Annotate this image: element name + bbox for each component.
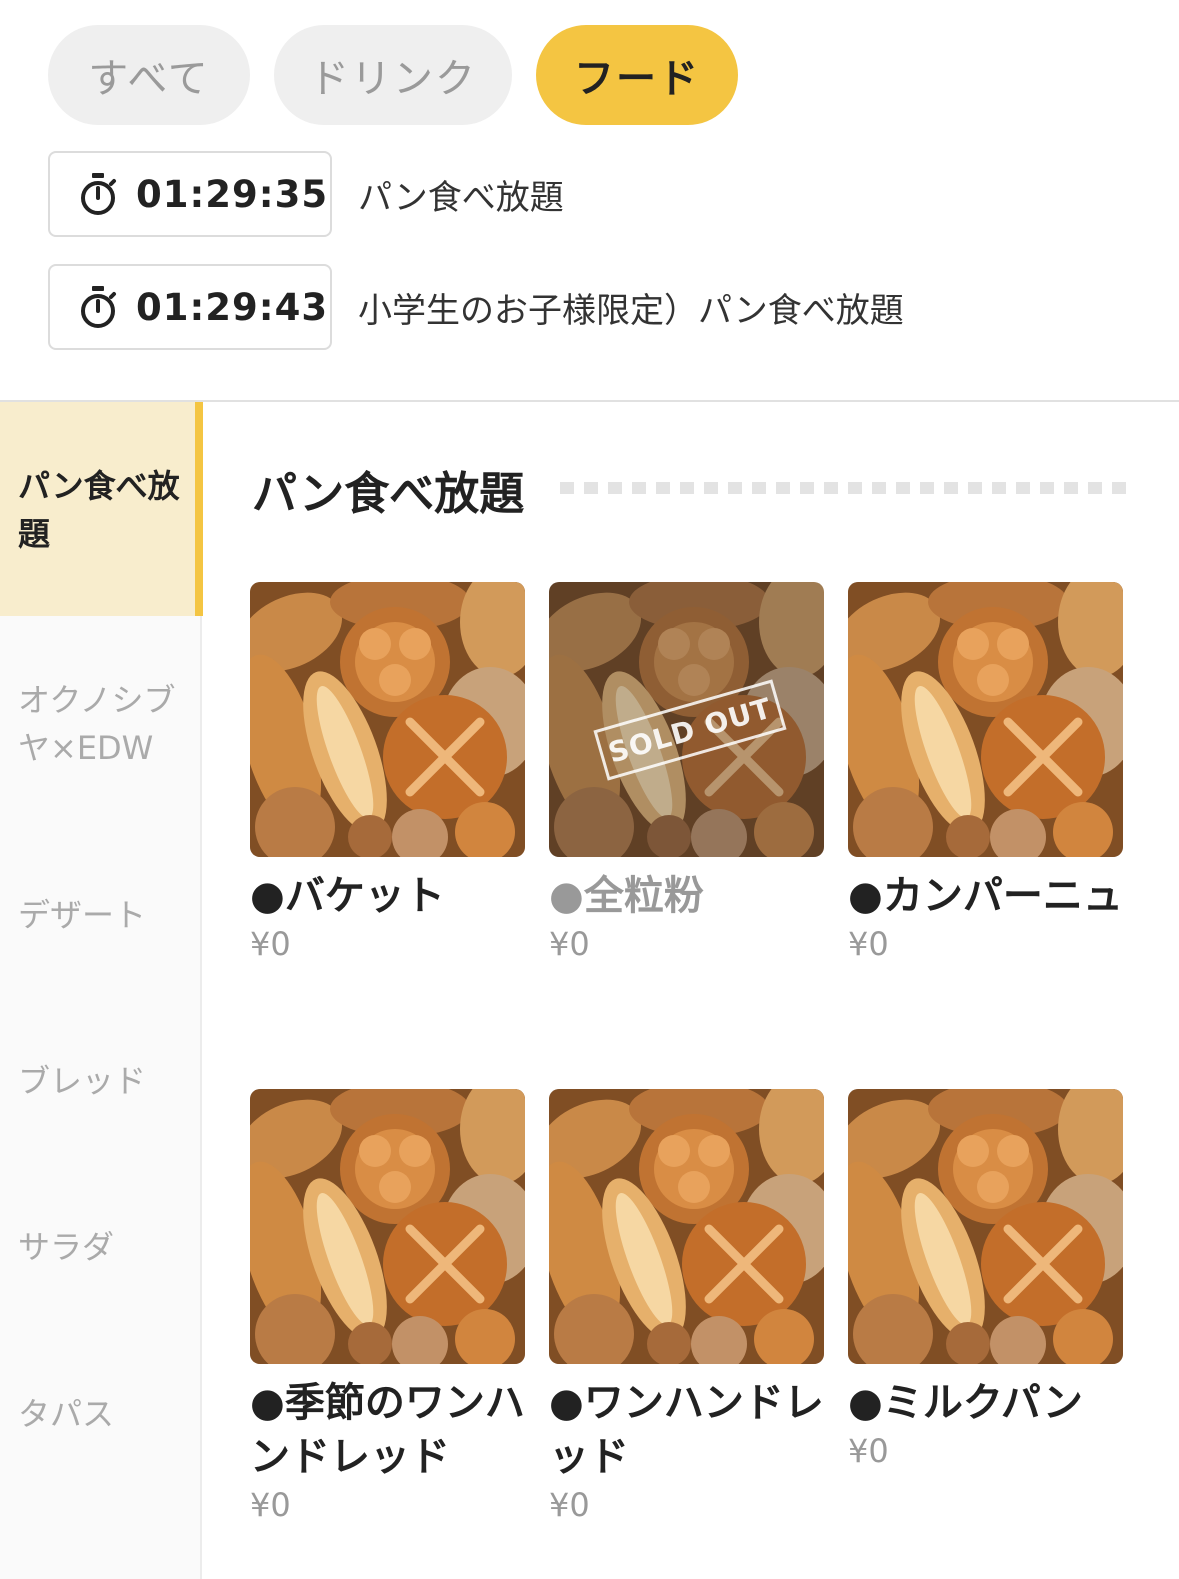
bread-image: SOLD OUT [549,582,824,857]
sidebar-item-bread[interactable]: ブレッド [0,1057,200,1105]
stopwatch-icon [81,173,116,215]
product-name: ●全粒粉 [549,873,704,919]
timer-box: 01:29:43 [48,264,332,350]
bread-photo [549,1089,824,1364]
product-card[interactable]: ●ミルクパン ¥0 [848,1089,1123,1470]
bread-photo [250,582,525,857]
sidebar-item-okunoshibuya[interactable]: オクノシブヤ×EDW [0,676,200,772]
timer-value: 01:29:35 [136,172,329,216]
bread-image [250,582,525,857]
timer-value: 01:29:43 [136,285,329,329]
bread-image [848,1089,1123,1364]
sidebar-item-label: パン食べ放題 [18,467,180,553]
sidebar-item-dessert[interactable]: デザート [0,891,200,939]
product-name: ●カンパーニュ [848,873,1123,919]
category-tabs: すべて ドリンク フード [48,25,738,125]
sidebar-item-label: ブレッド [18,1062,147,1100]
sidebar-item-label: サラダ [18,1228,115,1266]
timer-row: 01:29:43 小学生のお子様限定）パン食べ放題 [48,264,904,350]
bread-photo [848,1089,1123,1364]
timer-box: 01:29:35 [48,151,332,237]
sidebar-item-label: オクノシブヤ×EDW [18,681,176,767]
product-price: ¥0 [250,925,291,963]
product-name: ●ワンハンドレッド [549,1380,824,1480]
product-card-sold-out: SOLD OUT ●全粒粉 ¥0 [549,582,824,963]
bread-image [848,582,1123,857]
sidebar-item-label: タパス [18,1395,115,1433]
tab-food[interactable]: フード [536,25,738,125]
sidebar-item-tapas[interactable]: タパス [0,1390,200,1438]
product-card[interactable]: ●バケット ¥0 [250,582,525,963]
product-card[interactable]: ●カンパーニュ ¥0 [848,582,1123,963]
product-card[interactable]: ●季節のワンハンドレッド ¥0 [250,1089,525,1524]
product-price: ¥0 [549,1486,590,1524]
bread-image [549,1089,824,1364]
product-price: ¥0 [848,925,889,963]
timer-label: パン食べ放題 [358,177,564,218]
product-name: ●ミルクパン [848,1380,1083,1426]
bread-photo [250,1089,525,1364]
section-title: パン食べ放題 [252,467,525,520]
timer-label: 小学生のお子様限定）パン食べ放題 [358,290,904,331]
tab-all[interactable]: すべて [48,25,250,125]
product-price: ¥0 [250,1486,291,1524]
product-price: ¥0 [549,925,590,963]
product-card[interactable]: ●ワンハンドレッド ¥0 [549,1089,824,1524]
sidebar-item-pan-tabehoudai[interactable]: パン食べ放題 [0,402,203,616]
menu-content: パン食べ放題 ●バケット ¥0 SOLD OUT ●全粒粉 ¥0 ●カンパーニュ… [202,402,1179,1579]
bread-photo [848,582,1123,857]
product-price: ¥0 [848,1432,889,1470]
timer-row: 01:29:35 パン食べ放題 [48,151,564,237]
bread-image [250,1089,525,1364]
section-dots-divider [560,482,1126,494]
product-name: ●バケット [250,873,445,919]
sidebar: パン食べ放題 オクノシブヤ×EDW デザート ブレッド サラダ タパス [0,402,203,1579]
sidebar-item-label: デザート [18,896,147,934]
tab-drink[interactable]: ドリンク [274,25,512,125]
stopwatch-icon [81,286,116,328]
product-name: ●季節のワンハンドレッド [250,1380,525,1480]
sidebar-item-salad[interactable]: サラダ [0,1223,200,1271]
